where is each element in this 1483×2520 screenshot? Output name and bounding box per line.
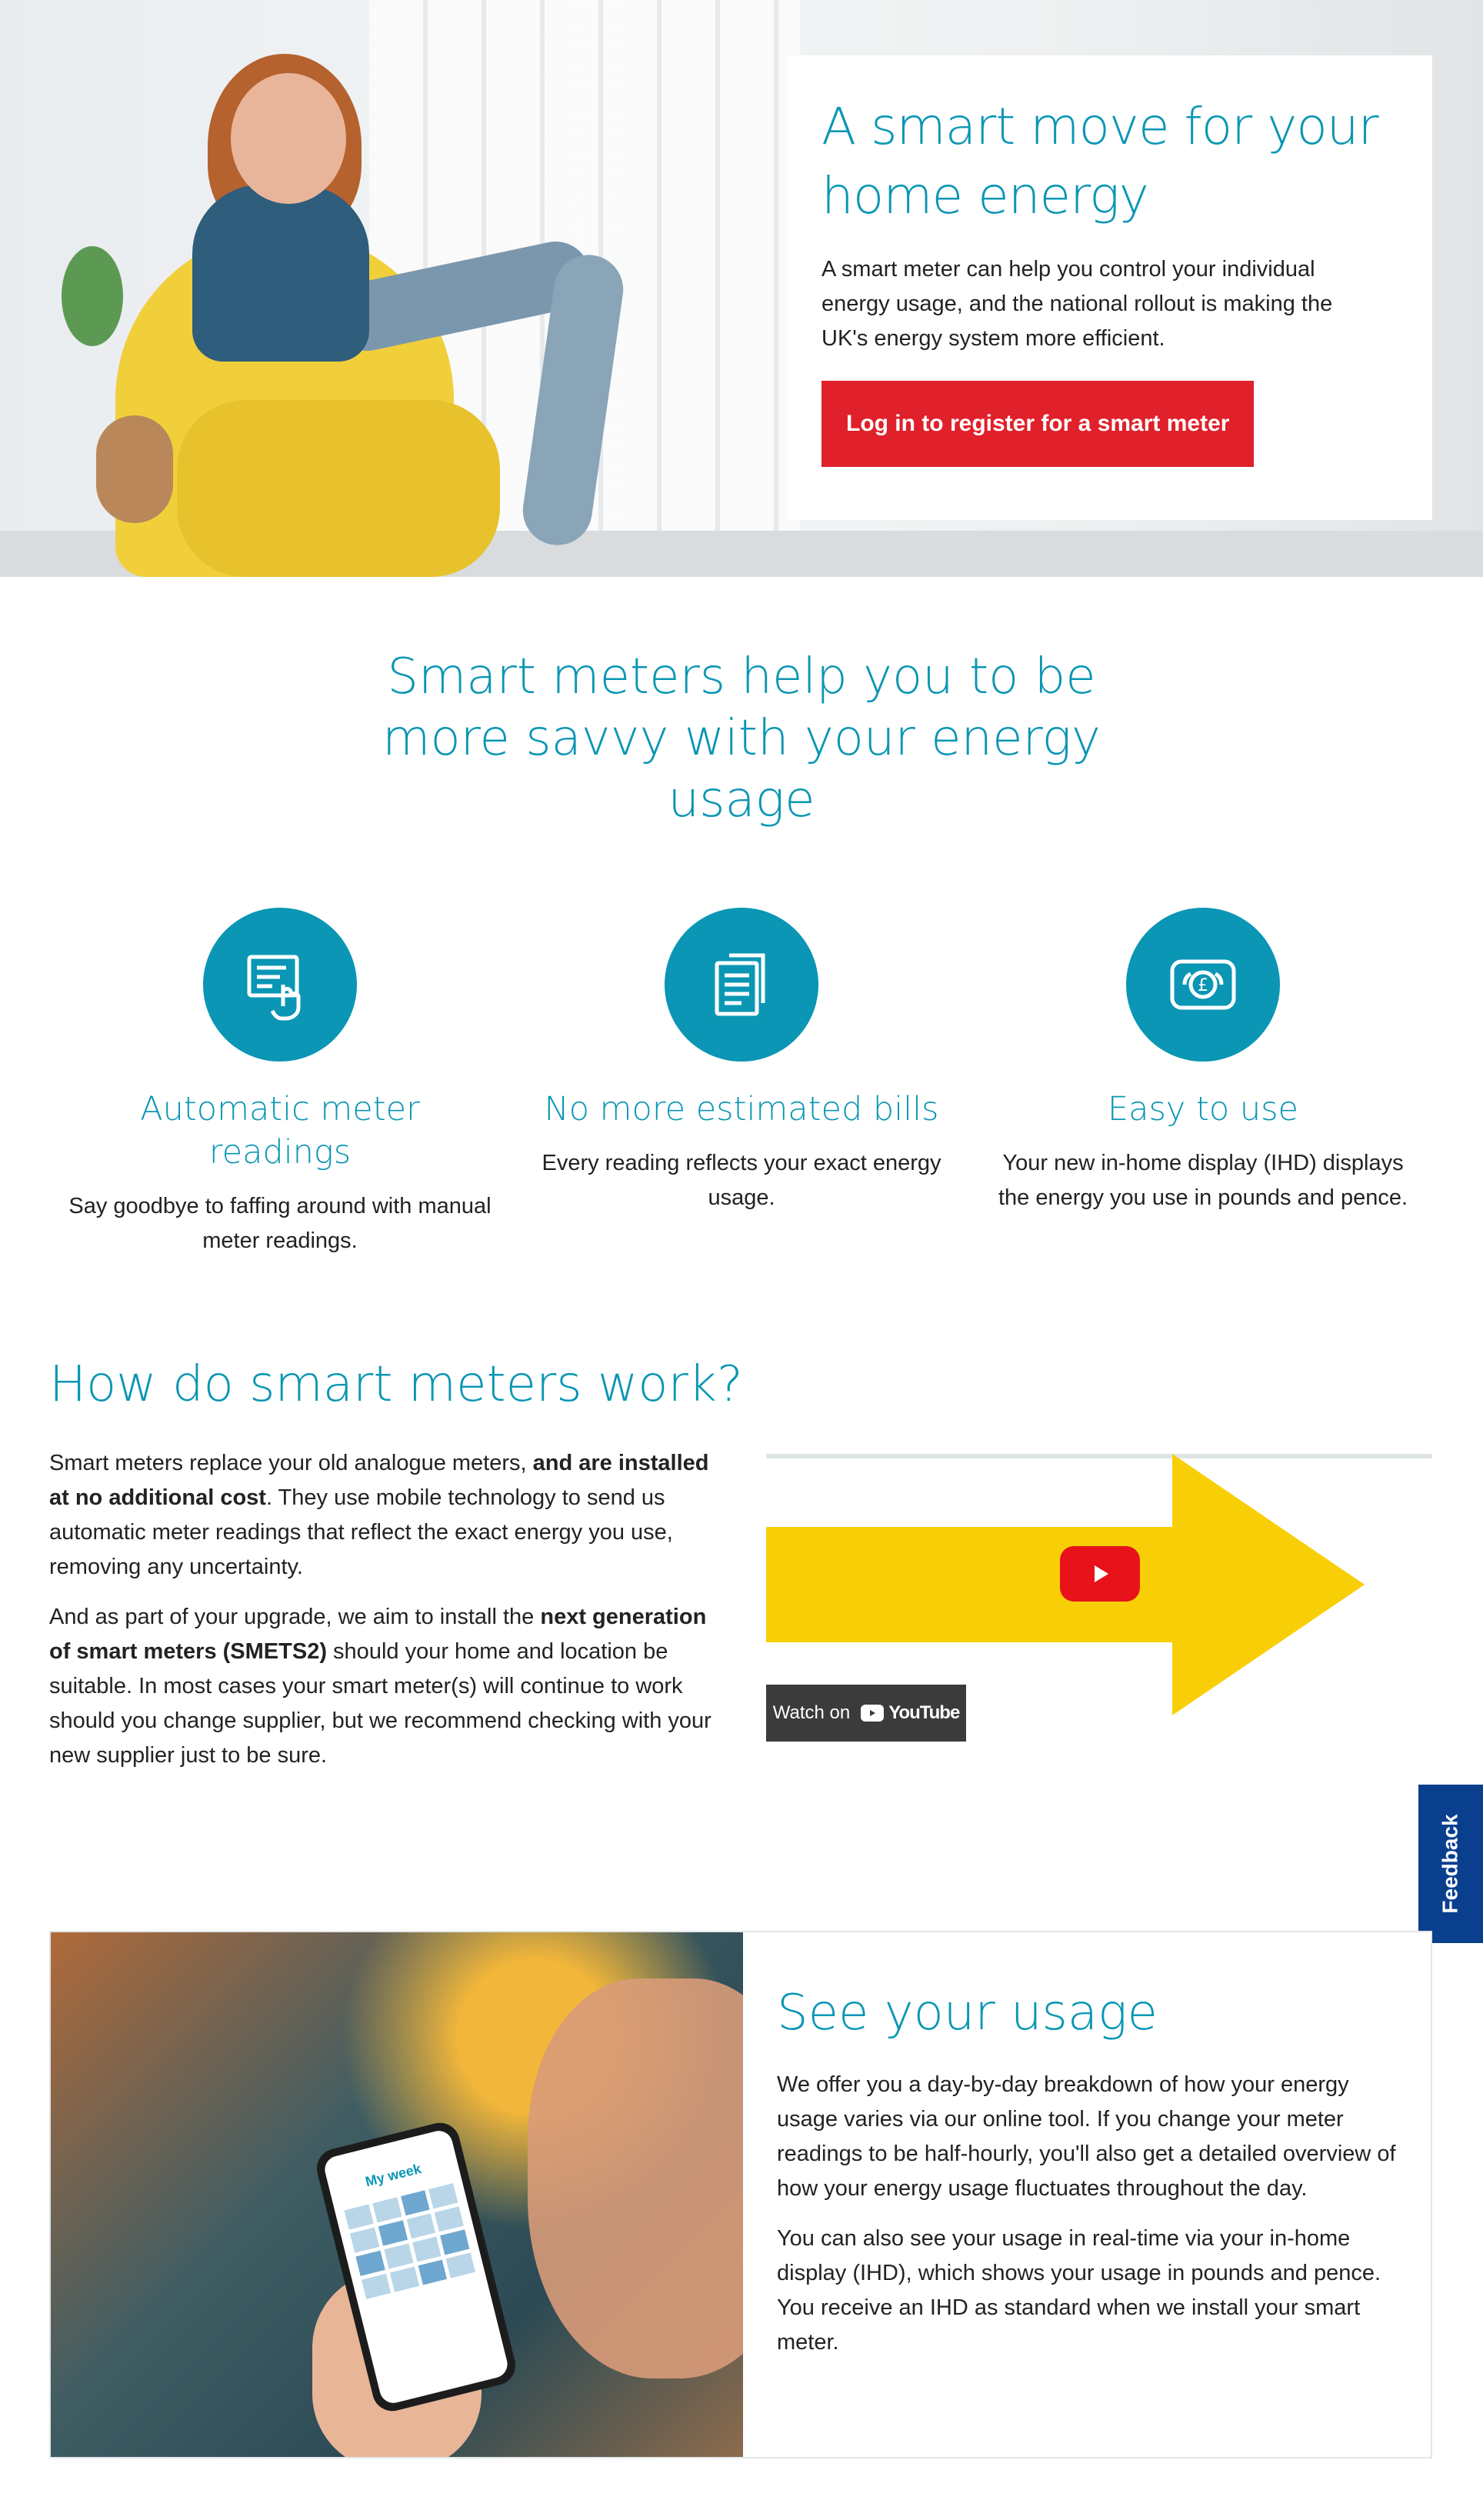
how-paragraph-2: And as part of your upgrade, we aim to i… bbox=[49, 1600, 718, 1773]
feature-text: Your new in-home display (IHD) displays … bbox=[998, 1151, 1408, 1210]
heatmap-cell bbox=[349, 2227, 379, 2253]
usage-body: See your usage We offer you a day-by-day… bbox=[777, 1978, 1408, 2375]
usage-paragraph-1: We offer you a day-by-day breakdown of h… bbox=[777, 2072, 1396, 2201]
heatmap-cell bbox=[418, 2259, 448, 2285]
heatmap-cell bbox=[344, 2204, 374, 2230]
heatmap-cell bbox=[378, 2220, 408, 2246]
usage-heatmap bbox=[344, 2183, 475, 2299]
usage-card: My week See your usage We offer you a da… bbox=[49, 1931, 1432, 2458]
chair-seat-image bbox=[177, 400, 500, 577]
heatmap-cell bbox=[412, 2236, 442, 2262]
feedback-label: Feedback bbox=[1438, 1814, 1463, 1914]
hero-text: A smart meter can help you control your … bbox=[821, 257, 1333, 351]
hero-card: A smart move for your home energy A smar… bbox=[788, 55, 1432, 520]
usage-photo: My week bbox=[51, 1932, 743, 2457]
feature-title: Automatic meter readings bbox=[140, 1090, 420, 1172]
feature-no-estimated-bills: No more estimated bills Every reading re… bbox=[526, 908, 957, 1215]
text-span: Smart meters replace your old analogue m… bbox=[49, 1451, 533, 1475]
how-it-works-title: How do smart meters work? bbox=[49, 1356, 743, 1413]
watch-on-youtube-button[interactable]: Watch on YouTube bbox=[766, 1685, 966, 1742]
heatmap-cell bbox=[428, 2183, 458, 2209]
heatmap-cell bbox=[406, 2213, 436, 2239]
text-span: And as part of your upgrade, we aim to i… bbox=[49, 1605, 541, 1629]
teddy-bear-image bbox=[96, 415, 173, 523]
feature-text: Say goodbye to faffing around with manua… bbox=[68, 1194, 492, 1253]
usage-text: We offer you a day-by-day breakdown of h… bbox=[777, 2068, 1408, 2360]
heatmap-cell bbox=[434, 2206, 464, 2232]
feedback-tab[interactable]: Feedback bbox=[1418, 1785, 1483, 1943]
usage-title: See your usage bbox=[777, 1985, 1158, 2042]
feature-automatic-readings: Automatic meter readings Say goodbye to … bbox=[65, 908, 495, 1258]
register-smart-meter-button[interactable]: Log in to register for a smart meter bbox=[821, 381, 1255, 467]
play-button[interactable] bbox=[1060, 1546, 1140, 1602]
svg-text:£: £ bbox=[1198, 976, 1208, 995]
person-face-image bbox=[528, 1978, 743, 2378]
heatmap-cell bbox=[384, 2243, 414, 2269]
youtube-logo: YouTube bbox=[861, 1702, 960, 1724]
hero-title: A smart move for your home energy bbox=[821, 97, 1379, 225]
youtube-brand: YouTube bbox=[888, 1702, 960, 1723]
plant-image bbox=[62, 246, 123, 346]
video-arrow-head bbox=[1172, 1454, 1365, 1715]
heatmap-cell bbox=[355, 2250, 385, 2276]
play-icon bbox=[1095, 1565, 1108, 1582]
benefits-title: Smart meters help you to be more savvy w… bbox=[382, 648, 1101, 828]
heatmap-cell bbox=[389, 2266, 419, 2292]
feature-text: Every reading reflects your exact energy… bbox=[542, 1151, 941, 1210]
heatmap-cell bbox=[361, 2273, 391, 2299]
video-player[interactable]: Watch on YouTube bbox=[766, 1454, 1432, 1742]
heatmap-cell bbox=[372, 2197, 402, 2223]
youtube-play-icon bbox=[861, 1705, 885, 1722]
pound-display-icon: £ bbox=[1126, 908, 1280, 1062]
touch-readings-icon bbox=[203, 908, 357, 1062]
feature-title: No more estimated bills bbox=[544, 1090, 939, 1128]
hero-section: A smart move for your home energy A smar… bbox=[0, 0, 1483, 577]
watch-label: Watch on bbox=[772, 1702, 851, 1723]
feature-easy-to-use: £ Easy to use Your new in-home display (… bbox=[988, 908, 1418, 1215]
heatmap-cell bbox=[400, 2190, 430, 2216]
documents-icon bbox=[665, 908, 818, 1062]
usage-paragraph-2: You can also see your usage in real-time… bbox=[777, 2226, 1381, 2355]
heatmap-cell bbox=[440, 2229, 470, 2255]
person-body-image bbox=[192, 185, 369, 362]
how-it-works-text: Smart meters replace your old analogue m… bbox=[49, 1446, 718, 1788]
how-paragraph-1: Smart meters replace your old analogue m… bbox=[49, 1446, 718, 1585]
feature-title: Easy to use bbox=[1108, 1090, 1298, 1128]
heatmap-cell bbox=[445, 2252, 475, 2278]
person-head-image bbox=[231, 73, 346, 204]
